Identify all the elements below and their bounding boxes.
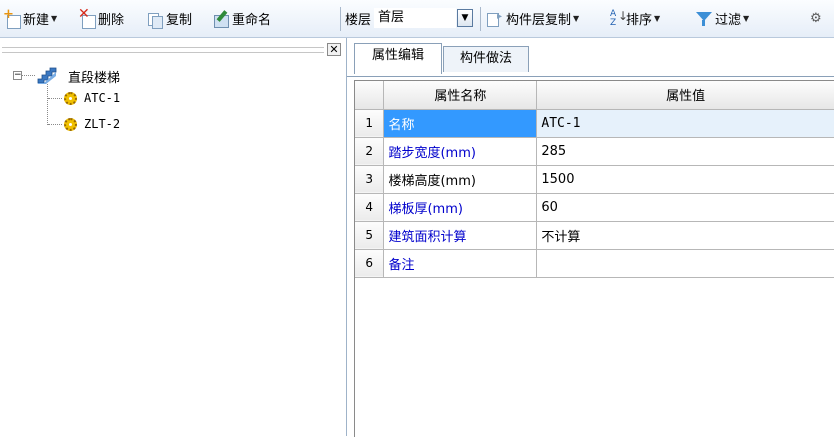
collapse-icon[interactable]: − — [13, 71, 22, 80]
floor-select[interactable]: 首层 ▼ — [374, 8, 474, 28]
property-name-cell[interactable]: 名称 — [383, 109, 538, 138]
delete-button[interactable]: ✕ 删除 — [78, 0, 124, 37]
tree-item[interactable]: ZLT-2 — [0, 115, 200, 135]
tree-item-label: ATC-1 — [84, 91, 121, 105]
new-label: 新建 — [23, 13, 50, 28]
filter-button[interactable]: 过滤 ▼ — [695, 0, 749, 37]
rename-icon — [212, 9, 230, 28]
property-name-cell[interactable]: 建筑面积计算 — [383, 221, 538, 250]
column-header-name[interactable]: 属性名称 — [383, 81, 538, 110]
row-number[interactable]: 4 — [355, 193, 385, 222]
sort-button[interactable]: A Z ↓ 排序 ▼ — [610, 0, 660, 37]
layer-copy-dropdown-arrow-icon[interactable]: ▼ — [573, 14, 579, 23]
rename-label: 重命名 — [232, 13, 272, 28]
gear-icon — [64, 92, 77, 105]
property-value-cell[interactable]: 60 — [536, 193, 834, 222]
tree-node-root-label: 直段楼梯 — [68, 71, 121, 86]
table-row[interactable]: 3 楼梯高度(mm) 1500 — [355, 165, 834, 194]
tab-component-method[interactable]: 构件做法 — [443, 46, 529, 72]
property-name-cell[interactable]: 踏步宽度(mm) — [383, 137, 538, 166]
tab-strip: 属性编辑 构件做法 — [347, 43, 834, 77]
property-name-cell[interactable]: 楼梯高度(mm) — [383, 165, 538, 194]
tree-item-label: ZLT-2 — [84, 117, 121, 131]
layer-copy-button[interactable]: ▸ 构件层复制 ▼ — [486, 0, 579, 37]
chevron-down-icon[interactable]: ▼ — [457, 9, 473, 27]
row-number[interactable]: 6 — [355, 249, 385, 278]
filter-icon — [695, 10, 713, 28]
filter-label: 过滤 — [715, 13, 742, 28]
table-row[interactable]: 6 备注 — [355, 249, 834, 278]
tree-panel-header: ✕ — [0, 43, 346, 57]
new-icon: + — [3, 7, 21, 29]
property-value-cell[interactable] — [536, 249, 834, 278]
sort-dropdown-arrow-icon[interactable]: ▼ — [654, 14, 660, 23]
floor-select-value[interactable]: 首层 — [374, 8, 456, 28]
new-dropdown-arrow-icon[interactable]: ▼ — [51, 14, 57, 23]
layer-copy-label: 构件层复制 — [506, 13, 572, 28]
close-icon[interactable]: ✕ — [327, 43, 341, 56]
row-number[interactable]: 5 — [355, 221, 385, 250]
filter-dropdown-arrow-icon[interactable]: ▼ — [743, 14, 749, 23]
new-button[interactable]: + 新建 ▼ — [3, 0, 57, 37]
sort-label: 排序 — [626, 13, 653, 28]
tab-property-edit[interactable]: 属性编辑 — [354, 43, 442, 74]
row-number[interactable]: 2 — [355, 137, 385, 166]
toolbar-separator — [340, 7, 341, 31]
overflow-tool-icon[interactable]: ⚙ — [810, 0, 822, 37]
property-value-cell[interactable]: 285 — [536, 137, 834, 166]
table-row[interactable]: 1 名称 ATC-1 — [355, 109, 834, 138]
property-value-cell[interactable]: ATC-1 — [536, 109, 834, 138]
gear-icon — [64, 118, 77, 131]
stair-icon — [37, 67, 57, 84]
row-number-header — [355, 81, 385, 110]
table-row[interactable]: 5 建筑面积计算 不计算 — [355, 221, 834, 250]
copy-icon — [146, 10, 164, 29]
toolbar-separator — [480, 7, 481, 31]
property-value-cell[interactable]: 1500 — [536, 165, 834, 194]
table-row[interactable]: 4 梯板厚(mm) 60 — [355, 193, 834, 222]
table-row[interactable]: 2 踏步宽度(mm) 285 — [355, 137, 834, 166]
property-value-cell[interactable]: 不计算 — [536, 221, 834, 250]
property-name-cell[interactable]: 梯板厚(mm) — [383, 193, 538, 222]
floor-label: 楼层 — [345, 13, 372, 28]
column-header-value[interactable]: 属性值 — [536, 81, 834, 110]
properties-panel: 属性编辑 构件做法 属性名称 属性值 1 名称 ATC-1 2 踏步宽度(mm)… — [347, 38, 834, 437]
layer-copy-icon: ▸ — [486, 10, 504, 28]
toolbar: + 新建 ▼ ✕ 删除 复制 重命名 楼层 首层 ▼ ▸ 构件层复制 ▼ A Z ↓… — [0, 0, 834, 38]
row-number[interactable]: 1 — [355, 109, 385, 138]
panel-grip[interactable] — [2, 47, 324, 53]
component-tree-panel: ✕ − 直段楼梯 ATC-1 ZLT-2 — [0, 38, 347, 436]
copy-label: 复制 — [166, 13, 193, 28]
grid-header-row: 属性名称 属性值 — [355, 81, 834, 110]
row-number[interactable]: 3 — [355, 165, 385, 194]
sort-icon: A Z ↓ — [610, 8, 629, 28]
delete-icon: ✕ — [78, 6, 96, 29]
property-grid: 属性名称 属性值 1 名称 ATC-1 2 踏步宽度(mm) 285 3 楼梯高… — [354, 80, 834, 437]
tree-node-root[interactable]: − 直段楼梯 — [0, 66, 200, 86]
property-name-cell[interactable]: 备注 — [383, 249, 538, 278]
tree-item[interactable]: ATC-1 — [0, 89, 200, 109]
copy-button[interactable]: 复制 — [146, 0, 192, 37]
rename-button[interactable]: 重命名 — [212, 0, 271, 37]
delete-label: 删除 — [98, 13, 125, 28]
